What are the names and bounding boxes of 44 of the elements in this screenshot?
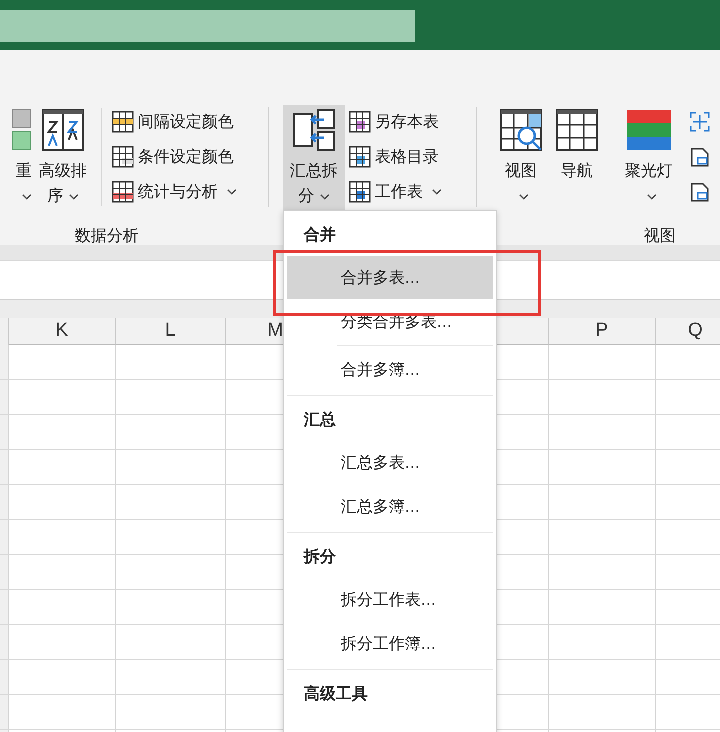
ribbon-button[interactable]: 工作表 xyxy=(347,177,444,207)
merge-sheets-icon xyxy=(292,108,336,152)
color-squares-icon xyxy=(12,108,32,152)
menu-section-title: 拆分 xyxy=(302,546,337,568)
grid-icon xyxy=(112,181,134,203)
group-label: 数据分析 xyxy=(75,226,139,247)
column-header[interactable]: P xyxy=(596,320,608,342)
ribbon-button[interactable]: 条件设定颜色 xyxy=(110,142,239,172)
menu-section-title: 高级工具 xyxy=(303,683,369,705)
menu-item[interactable]: 合并多簿... xyxy=(287,348,493,391)
document-mail-icon xyxy=(689,146,711,168)
ribbon-button[interactable]: 视图 xyxy=(495,105,547,213)
expand-icon xyxy=(689,111,711,133)
grid-icon xyxy=(112,146,134,168)
grid-icon xyxy=(349,146,371,168)
ribbon-button[interactable]: 另存本表 xyxy=(347,107,444,137)
column-header[interactable]: M xyxy=(268,320,284,342)
ribbon-button[interactable]: 导航 xyxy=(551,105,603,213)
grid-icon xyxy=(349,181,371,203)
menu-section-title: 合并 xyxy=(302,224,337,246)
ribbon-button[interactable]: 聚光灯 xyxy=(621,105,677,213)
menu-item[interactable]: 拆分工作表... xyxy=(287,578,493,621)
table-grid-icon xyxy=(555,108,599,152)
sort-table-icon xyxy=(41,108,85,152)
color-bands-icon xyxy=(627,108,671,152)
ribbon-button[interactable]: 统计与分析 xyxy=(110,177,239,207)
column-header[interactable]: L xyxy=(165,320,176,342)
grid-icon xyxy=(112,111,134,133)
table-search-icon xyxy=(499,108,543,152)
menu-item[interactable]: 合并多表... xyxy=(287,256,493,299)
menu-item[interactable]: 拆分工作簿... xyxy=(287,622,493,665)
menu-item[interactable]: 汇总多簿... xyxy=(287,485,493,528)
ribbon-button[interactable]: 重 xyxy=(0,105,32,213)
ribbon-button[interactable]: 表格目录 xyxy=(347,142,444,172)
grid-icon xyxy=(349,111,371,133)
ribbon-button[interactable]: 高级排序 xyxy=(35,105,91,213)
ribbon-button[interactable]: 间隔设定颜色 xyxy=(110,107,239,137)
menu-section-title: 汇总 xyxy=(303,409,337,431)
column-header[interactable]: Q xyxy=(688,320,703,342)
document-mail-icon xyxy=(689,181,711,203)
group-label: 视图 xyxy=(644,226,676,247)
column-header[interactable]: K xyxy=(56,320,68,342)
menu-item[interactable]: 汇总多表... xyxy=(287,441,493,484)
ribbon-button[interactable]: 汇总拆分 xyxy=(283,105,345,213)
